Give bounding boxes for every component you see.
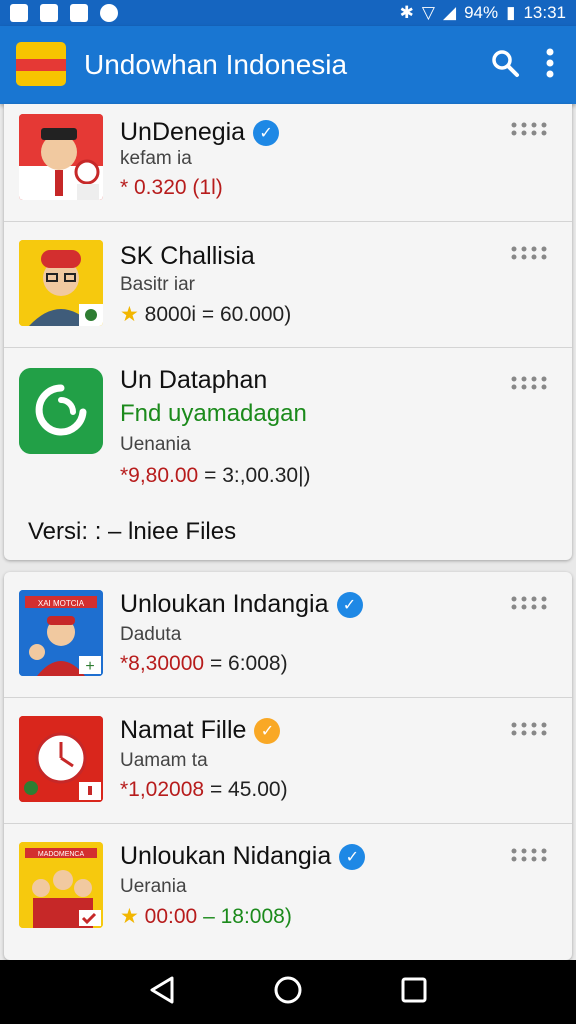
signal-icon: ◢: [442, 3, 457, 22]
sim-icon: [40, 4, 58, 22]
list-card: XAI MOTCIA + Unloukan Indangia ✓ Daduta …: [4, 572, 572, 960]
battery-percent: 94%: [464, 3, 499, 22]
item-price: 8000i: [144, 303, 197, 326]
item-price-detail: = 45.00): [209, 778, 288, 801]
verified-icon: ✓: [339, 843, 366, 870]
item-name: Unloukan Indangia: [120, 590, 329, 618]
verified-icon: ✓: [336, 591, 363, 618]
battery-icon: ▮: [506, 3, 516, 22]
star-icon: ★: [120, 905, 139, 928]
item-name: SK Challisia: [120, 242, 255, 270]
item-thumbnail: [19, 716, 103, 802]
item-subtitle: Uerania: [120, 876, 187, 897]
grip-icon[interactable]: [510, 122, 550, 136]
list-item[interactable]: Un Dataphan Fnd uyamadagan Uenania *9,80…: [4, 348, 572, 560]
item-subtitle: Uamam ta: [120, 750, 208, 771]
list-item[interactable]: XAI MOTCIA + Unloukan Indangia ✓ Daduta …: [4, 572, 572, 698]
thumb-banner: XAI MOTCIA: [38, 599, 85, 608]
recents-icon[interactable]: [400, 976, 428, 1009]
star-icon: ★: [120, 303, 139, 326]
item-price-detail: = 3:,00.30|): [204, 464, 311, 487]
list-item[interactable]: MADOMENCA Unloukan Nidangia ✓ Uerania ★ …: [4, 824, 572, 960]
item-tagline: Fnd uyamadagan: [120, 400, 307, 427]
item-name: Unloukan Nidangia: [120, 842, 332, 870]
grip-icon[interactable]: [510, 596, 550, 610]
back-icon[interactable]: [148, 975, 176, 1010]
thumb-banner: MADOMENCA: [38, 851, 85, 858]
version-files-label: Versi: : – lniee Files: [28, 518, 237, 545]
clock: 13:31: [523, 3, 566, 22]
app-logo[interactable]: [12, 26, 76, 104]
item-price: * 0.320: [120, 176, 187, 199]
app-bar: Undowhan Indonesia: [0, 26, 576, 104]
app-title: Undowhan Indonesia: [84, 49, 348, 80]
search-icon[interactable]: [490, 48, 520, 83]
item-price: *1,02008: [120, 778, 205, 801]
grip-icon[interactable]: [510, 376, 550, 390]
list-card: UnDenegia ✓ kefam ia * 0.320 (1l) SK Cha…: [4, 104, 572, 560]
status-bar: ✱ ▽ ◢ 94% ▮ 13:31: [0, 0, 576, 26]
item-subtitle: kefam ia: [120, 148, 192, 169]
item-name: UnDenegia: [120, 118, 246, 146]
item-price-detail: = 60.000): [201, 303, 292, 326]
verified-icon: ✓: [253, 119, 280, 146]
list-item[interactable]: UnDenegia ✓ kefam ia * 0.320 (1l): [4, 104, 572, 222]
item-subtitle: Daduta: [120, 624, 182, 645]
svg-text:+: +: [85, 658, 94, 675]
item-subtitle: Uenania: [120, 434, 191, 455]
item-price-detail: – 18:008): [203, 905, 292, 928]
grip-icon[interactable]: [510, 848, 550, 862]
bluetooth-icon: ✱: [399, 3, 414, 22]
item-thumbnail: XAI MOTCIA +: [19, 590, 103, 676]
verified-icon: ✓: [254, 717, 281, 744]
grip-icon[interactable]: [510, 246, 550, 260]
list-item[interactable]: SK Challisia Basitr iar ★ 8000i = 60.000…: [4, 222, 572, 348]
mail-icon: [70, 4, 88, 22]
compass-icon: [100, 4, 118, 22]
item-price-detail: = 6:008): [209, 652, 288, 675]
item-name: Un Dataphan: [120, 366, 268, 394]
grip-icon[interactable]: [510, 722, 550, 736]
item-price: *9,80.00: [120, 464, 199, 487]
item-subtitle: Basitr iar: [120, 274, 195, 295]
wifi-icon: ▽: [421, 3, 435, 22]
item-price-detail: (1l): [192, 176, 223, 199]
item-name: Namat Fille: [120, 716, 247, 744]
navigation-bar: [0, 960, 576, 1024]
image-icon: [10, 4, 28, 22]
item-thumbnail: [19, 240, 103, 326]
item-price: *8,30000: [120, 652, 205, 675]
item-thumbnail: MADOMENCA: [19, 842, 103, 928]
overflow-menu-icon[interactable]: [546, 48, 554, 83]
item-price: 00:00: [144, 905, 198, 928]
item-thumbnail: [19, 368, 103, 454]
item-thumbnail: [19, 114, 103, 200]
home-icon[interactable]: [273, 975, 303, 1010]
list-item[interactable]: Namat Fille ✓ Uamam ta *1,02008 = 45.00): [4, 698, 572, 824]
